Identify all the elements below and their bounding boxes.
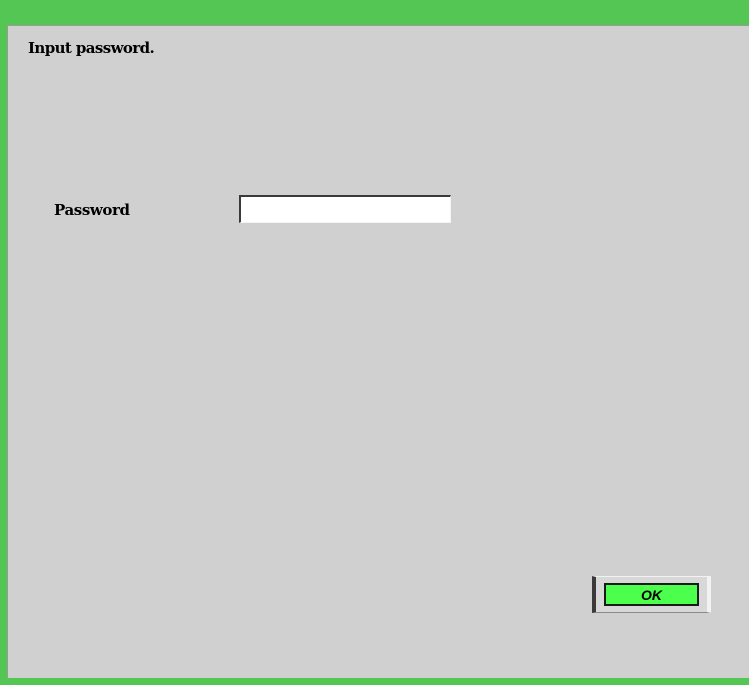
password-input[interactable] — [239, 195, 451, 223]
dialog-prompt: Input password. — [28, 39, 155, 57]
password-label: Password — [54, 201, 130, 219]
password-dialog-frame: Input password. Password OK — [0, 0, 749, 685]
ok-button-label: OK — [604, 583, 699, 606]
password-dialog-panel: Input password. Password OK — [7, 25, 749, 678]
ok-button[interactable]: OK — [592, 576, 711, 613]
